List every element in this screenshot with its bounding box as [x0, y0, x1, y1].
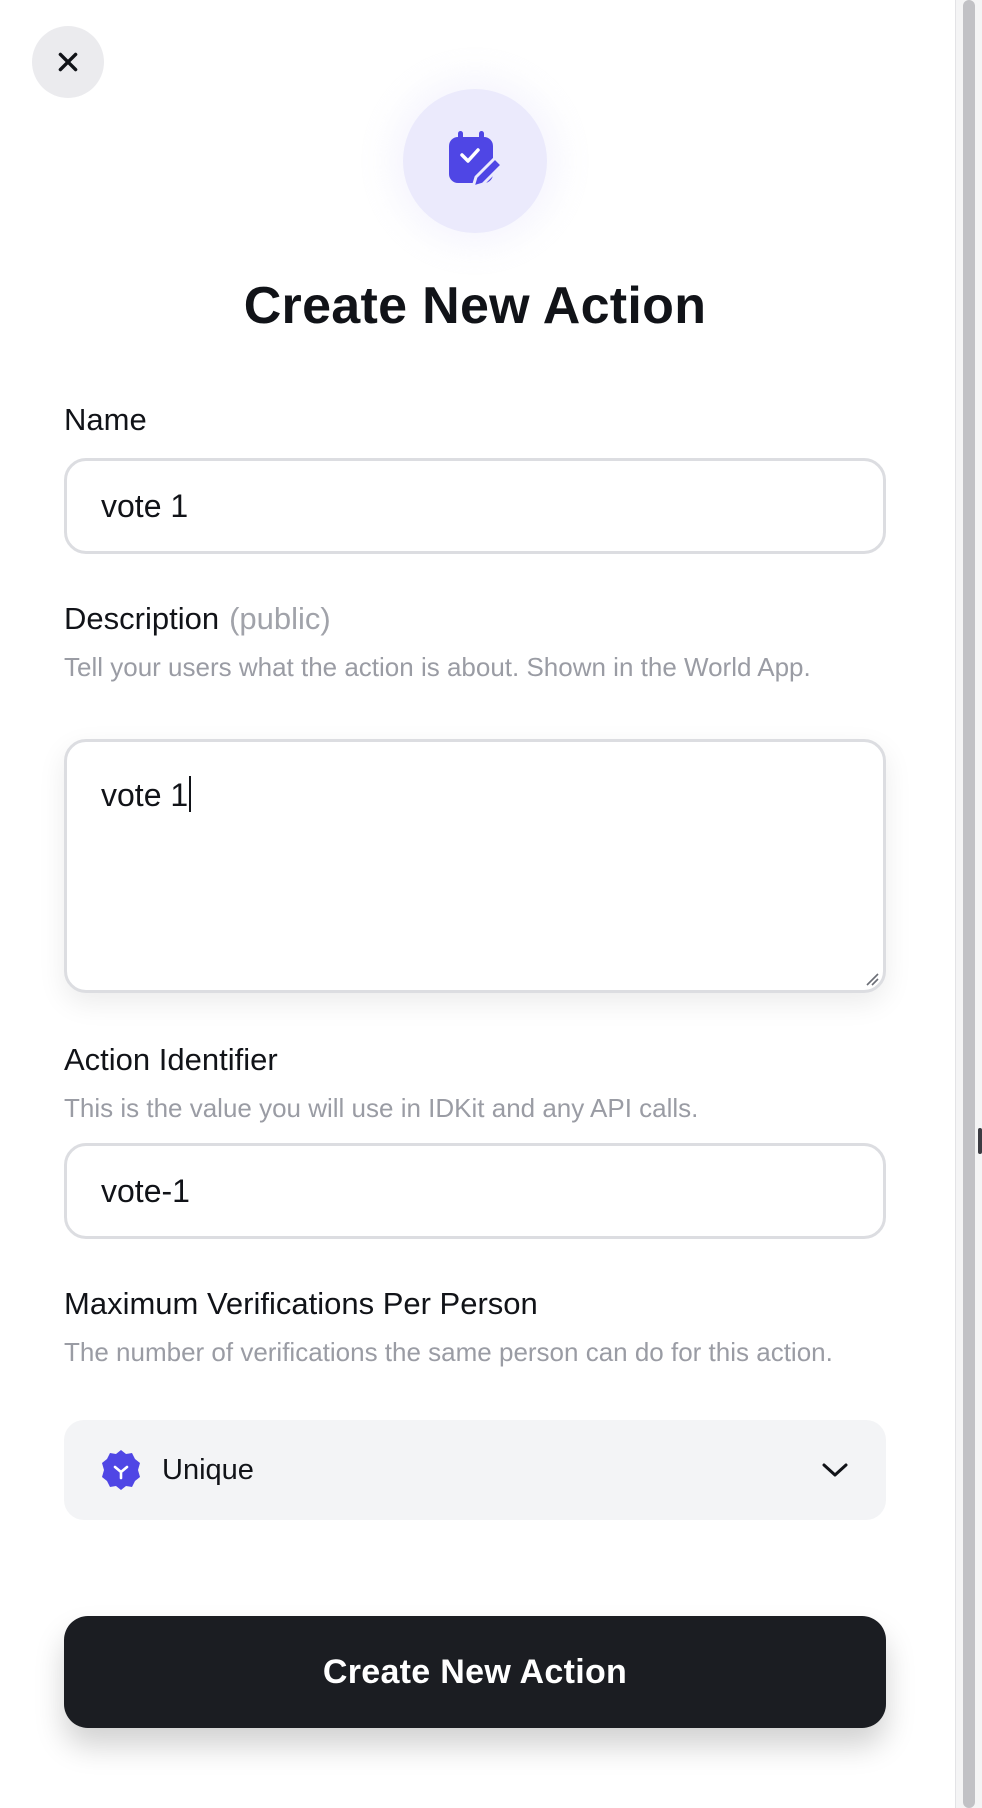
scrollbar[interactable] — [955, 0, 982, 1808]
close-icon — [58, 52, 78, 72]
public-tag: (public) — [229, 601, 331, 636]
identifier-hint: This is the value you will use in IDKit … — [64, 1093, 699, 1123]
identifier-label: Action Identifier — [64, 1042, 278, 1077]
identifier-input[interactable]: vote-1 — [64, 1143, 886, 1239]
chevron-down-icon — [822, 1463, 848, 1477]
name-input-value: vote 1 — [101, 487, 189, 524]
name-label: Name — [64, 402, 147, 437]
description-textarea[interactable]: vote 1 — [64, 739, 886, 993]
unique-badge-icon — [102, 1450, 140, 1490]
max-verifications-select[interactable]: Unique — [64, 1420, 886, 1520]
description-textarea-value: vote 1 — [101, 777, 189, 813]
description-label: Description (public) — [64, 601, 331, 637]
description-label-text: Description — [64, 601, 220, 636]
max-verifications-label: Maximum Verifications Per Person — [64, 1286, 538, 1321]
scrollbar-thumb[interactable] — [963, 0, 975, 1808]
max-verifications-hint: The number of verifications the same per… — [64, 1337, 833, 1367]
dialog-title: Create New Action — [243, 277, 707, 335]
calendar-edit-icon — [449, 131, 504, 189]
edge-fragment — [978, 1128, 982, 1154]
identifier-input-value: vote-1 — [101, 1172, 190, 1209]
name-input[interactable]: vote 1 — [64, 458, 886, 554]
text-caret — [189, 776, 192, 812]
create-action-button[interactable]: Create New Action — [64, 1616, 886, 1728]
max-verifications-value: Unique — [162, 1453, 254, 1486]
create-action-dialog: Create New Action Name vote 1 Descriptio… — [0, 0, 982, 1808]
description-hint: Tell your users what the action is about… — [64, 652, 811, 682]
resize-grip-icon[interactable] — [863, 970, 879, 986]
close-button[interactable] — [32, 26, 104, 98]
hero-icon-badge — [403, 89, 547, 233]
